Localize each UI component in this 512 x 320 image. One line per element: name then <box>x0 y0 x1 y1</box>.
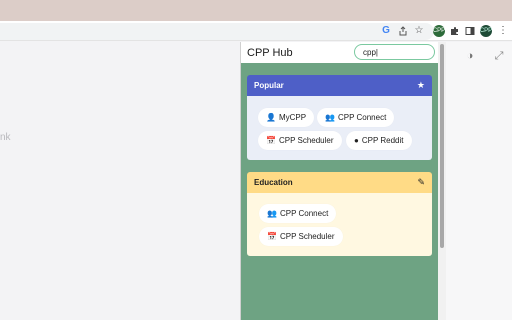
link-label: CPP Reddit <box>361 136 404 145</box>
extension-active-icon[interactable]: CPP <box>433 25 445 37</box>
users-icon: 👥 <box>267 209 277 218</box>
user-icon: 👤 <box>266 113 276 122</box>
link-label: CPP Connect <box>337 113 387 122</box>
profile-avatar-icon[interactable]: CPP <box>480 25 492 37</box>
search-input[interactable] <box>354 44 435 60</box>
side-area <box>445 42 512 320</box>
sidepanel-icon[interactable] <box>463 24 477 38</box>
bookmark-star-icon[interactable]: ☆ <box>412 24 426 38</box>
page-partial-text: nk <box>0 132 11 143</box>
expand-icon[interactable]: ⤢ <box>493 50 505 62</box>
card-education-body: 👥 CPP Connect 📅 CPP Scheduler <box>247 193 432 256</box>
card-education: Education ✎ 👥 CPP Connect 📅 CPP Schedule… <box>247 172 432 256</box>
card-popular-title: Popular <box>254 81 284 90</box>
star-icon[interactable]: ★ <box>417 80 425 91</box>
popup-header: CPP Hub <box>241 42 438 63</box>
link-mycpp[interactable]: 👤 MyCPP <box>258 108 315 127</box>
share-icon[interactable] <box>396 24 410 38</box>
card-popular-header: Popular ★ <box>247 75 432 96</box>
reddit-icon: ● <box>354 136 359 145</box>
google-lens-icon[interactable]: G <box>379 24 393 38</box>
card-education-title: Education <box>254 178 293 187</box>
link-label: CPP Scheduler <box>278 136 334 145</box>
link-cpp-reddit[interactable]: ● CPP Reddit <box>346 131 412 150</box>
tab-strip <box>0 0 512 21</box>
calendar-icon: 📅 <box>267 232 277 241</box>
link-cpp-connect[interactable]: 👥 CPP Connect <box>259 204 337 223</box>
kebab-menu-icon[interactable]: ⋮ <box>496 24 510 38</box>
link-label: CPP Connect <box>279 209 329 218</box>
link-cpp-connect[interactable]: 👥 CPP Connect <box>317 108 395 127</box>
card-popular: Popular ★ 👤 MyCPP 👥 CPP Connect 📅 CPP Sc… <box>247 75 432 160</box>
calendar-icon: 📅 <box>266 136 276 145</box>
extension-popup: CPP Hub Popular ★ 👤 MyCPP 👥 CPP Connect … <box>240 42 446 320</box>
link-cpp-scheduler[interactable]: 📅 CPP Scheduler <box>258 131 342 150</box>
pencil-icon[interactable]: ✎ <box>417 177 425 188</box>
scrollbar-thumb[interactable] <box>440 44 444 248</box>
page-content: nk <box>0 42 240 320</box>
popup-title: CPP Hub <box>247 47 293 59</box>
users-icon: 👥 <box>325 113 335 122</box>
puzzle-icon[interactable] <box>448 24 462 38</box>
contrast-icon[interactable]: ◑ <box>464 50 476 62</box>
card-education-header: Education ✎ <box>247 172 432 193</box>
link-label: MyCPP <box>278 113 307 122</box>
address-bar[interactable] <box>0 23 434 40</box>
card-popular-body: 👤 MyCPP 👥 CPP Connect 📅 CPP Scheduler ● … <box>247 96 432 160</box>
link-cpp-scheduler[interactable]: 📅 CPP Scheduler <box>259 227 343 246</box>
link-label: CPP Scheduler <box>279 232 335 241</box>
